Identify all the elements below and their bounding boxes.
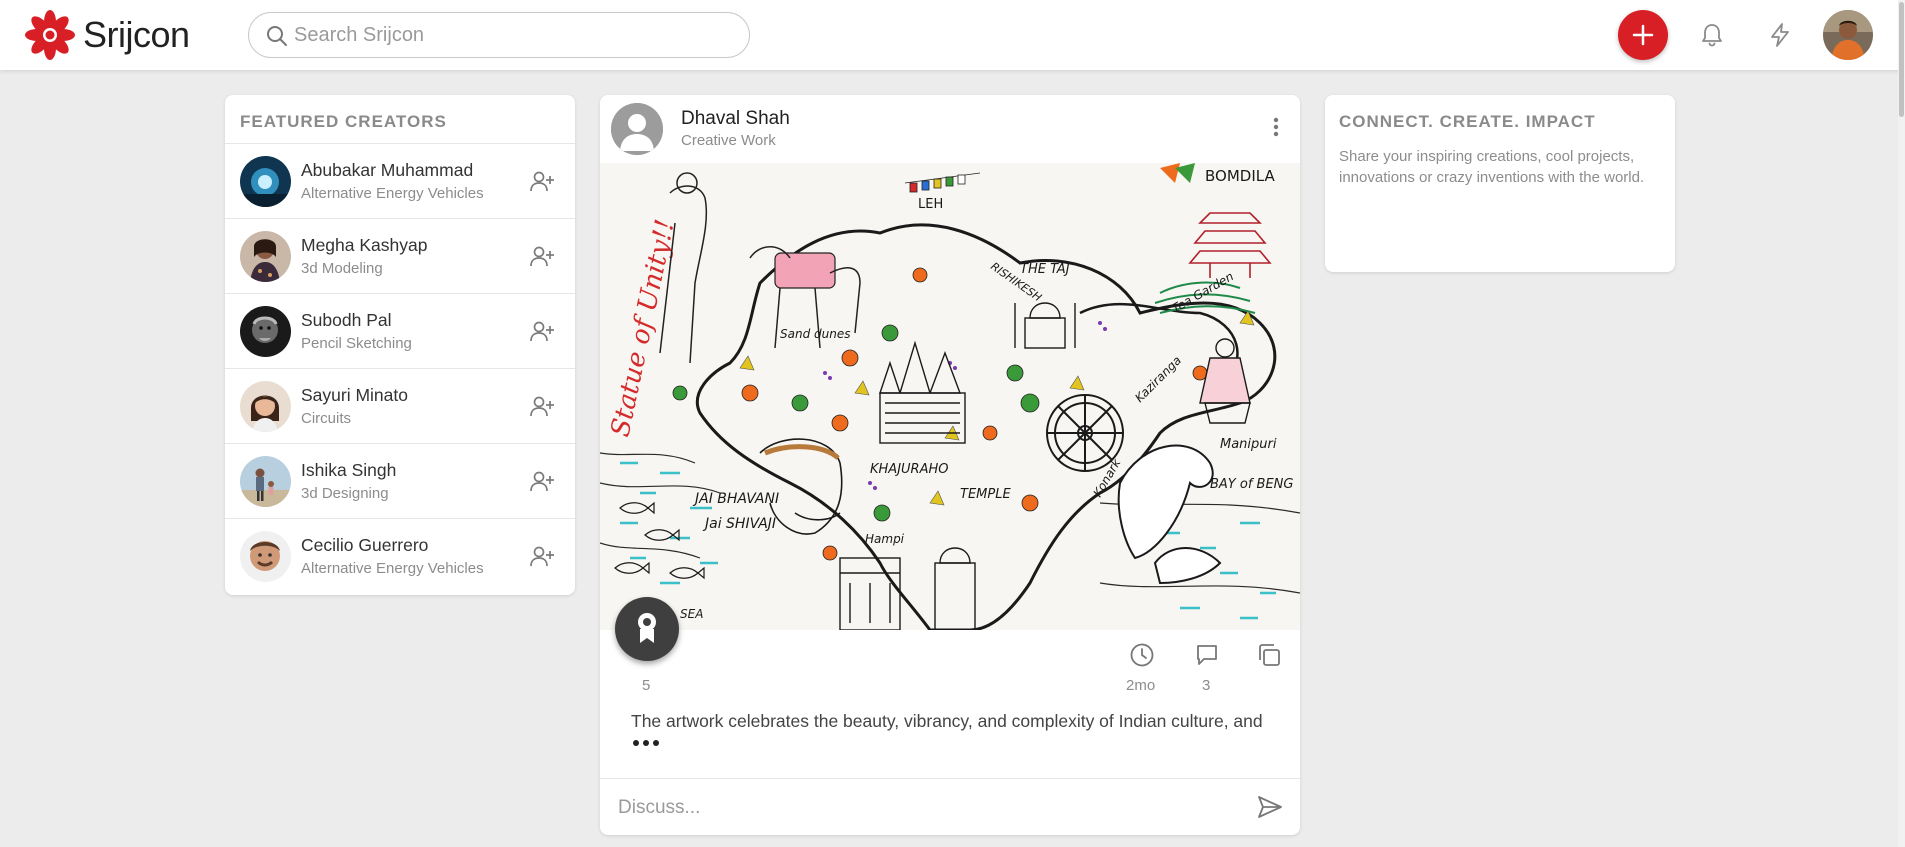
lightning-bolt-icon[interactable] [1766, 21, 1794, 49]
bell-icon[interactable] [1698, 21, 1726, 49]
art-label-manipuri: Manipuri [1220, 437, 1277, 452]
create-post-button[interactable] [1618, 10, 1668, 60]
award-ribbon-icon [638, 613, 656, 643]
post-author-name[interactable]: Dhaval Shah [681, 108, 790, 130]
award-button[interactable] [615, 597, 679, 661]
brand-name[interactable]: Srijcon [83, 14, 190, 56]
creator-name[interactable]: Ishika Singh [301, 460, 396, 481]
featured-creators-panel: FEATURED CREATORS Abubakar Muhammad Alte… [225, 95, 575, 595]
copy-icon[interactable] [1255, 641, 1283, 669]
creator-category: Alternative Energy Vehicles [301, 185, 484, 202]
comment-icon[interactable] [1193, 641, 1221, 669]
art-label-hampi: Hampi [865, 532, 905, 546]
page-scrollbar[interactable] [1898, 0, 1905, 847]
add-user-icon[interactable] [528, 318, 556, 346]
creator-item[interactable]: Abubakar Muhammad Alternative Energy Veh… [225, 143, 575, 218]
creator-avatar[interactable] [240, 306, 291, 357]
post-artwork-image[interactable]: Statue of Unity!! LEH BOMDILA THE TAJ KH… [600, 163, 1300, 630]
art-label-jai-bhavani: JAI BHAVANI [692, 491, 779, 507]
discuss-bar [600, 778, 1300, 835]
art-label-khajuraho: KHAJURAHO [870, 462, 948, 477]
lotus-logo-icon[interactable] [24, 9, 76, 61]
creator-avatar[interactable] [240, 531, 291, 582]
art-label-taj: THE TAJ [1020, 262, 1070, 277]
search-input[interactable] [294, 19, 734, 51]
creator-item[interactable]: Subodh Pal Pencil Sketching [225, 293, 575, 368]
award-count: 5 [642, 677, 651, 694]
art-label-jai-shivaji: Jai SHIVAJI [702, 516, 776, 532]
promo-card: CONNECT. CREATE. IMPACT Share your inspi… [1325, 95, 1675, 272]
creator-name[interactable]: Abubakar Muhammad [301, 160, 473, 181]
post-category: Creative Work [681, 132, 776, 149]
creator-avatar[interactable] [240, 456, 291, 507]
scrollbar-thumb[interactable] [1899, 2, 1904, 117]
more-options-icon[interactable] [1264, 113, 1288, 141]
post-description: The artwork celebrates the beauty, vibra… [631, 711, 1263, 731]
discuss-input[interactable] [618, 791, 1218, 825]
art-label-bomdila: BOMDILA [1205, 167, 1275, 185]
add-user-icon[interactable] [528, 393, 556, 421]
author-avatar[interactable] [611, 103, 663, 155]
art-label-sand-dunes: Sand dunes [780, 327, 850, 341]
clock-icon[interactable] [1128, 641, 1156, 669]
plus-icon [1632, 24, 1654, 46]
art-label-bay-of-bengal: BAY of BENG [1210, 477, 1293, 492]
creator-name[interactable]: Subodh Pal [301, 310, 392, 331]
creator-category: Alternative Energy Vehicles [301, 560, 484, 577]
art-label-temple: TEMPLE [960, 487, 1011, 502]
creator-avatar[interactable] [240, 231, 291, 282]
post-time: 2mo [1126, 677, 1156, 694]
add-user-icon[interactable] [528, 168, 556, 196]
featured-creators-title: FEATURED CREATORS [240, 112, 447, 131]
creator-list: Abubakar Muhammad Alternative Energy Veh… [225, 143, 575, 593]
promo-text: Share your inspiring creations, cool pro… [1339, 148, 1645, 186]
promo-title: CONNECT. CREATE. IMPACT [1339, 112, 1596, 131]
creator-item[interactable]: Sayuri Minato Circuits [225, 368, 575, 443]
creator-category: Pencil Sketching [301, 335, 412, 352]
creator-category: 3d Designing [301, 485, 389, 502]
creator-item[interactable]: Megha Kashyap 3d Modeling [225, 218, 575, 293]
post-card: Dhaval Shah Creative Work Statue of Unit… [600, 95, 1300, 835]
top-navigation-bar: Srijcon [0, 0, 1905, 70]
creator-avatar[interactable] [240, 156, 291, 207]
creator-avatar[interactable] [240, 381, 291, 432]
read-more-icon[interactable] [632, 737, 660, 749]
search-icon [267, 26, 287, 46]
creator-category: 3d Modeling [301, 260, 383, 277]
creator-name[interactable]: Megha Kashyap [301, 235, 427, 256]
art-label-leh: LEH [918, 197, 943, 212]
creator-name[interactable]: Cecilio Guerrero [301, 535, 428, 556]
art-label-sea: SEA [680, 607, 703, 621]
creator-category: Circuits [301, 410, 352, 427]
creator-item[interactable]: Cecilio Guerrero Alternative Energy Vehi… [225, 518, 575, 593]
search-bar[interactable] [248, 12, 750, 58]
comment-count: 3 [1202, 677, 1211, 694]
send-icon[interactable] [1256, 793, 1284, 821]
creator-item[interactable]: Ishika Singh 3d Designing [225, 443, 575, 518]
creator-name[interactable]: Sayuri Minato [301, 385, 408, 406]
add-user-icon[interactable] [528, 543, 556, 571]
user-avatar[interactable] [1823, 10, 1873, 60]
add-user-icon[interactable] [528, 468, 556, 496]
add-user-icon[interactable] [528, 243, 556, 271]
